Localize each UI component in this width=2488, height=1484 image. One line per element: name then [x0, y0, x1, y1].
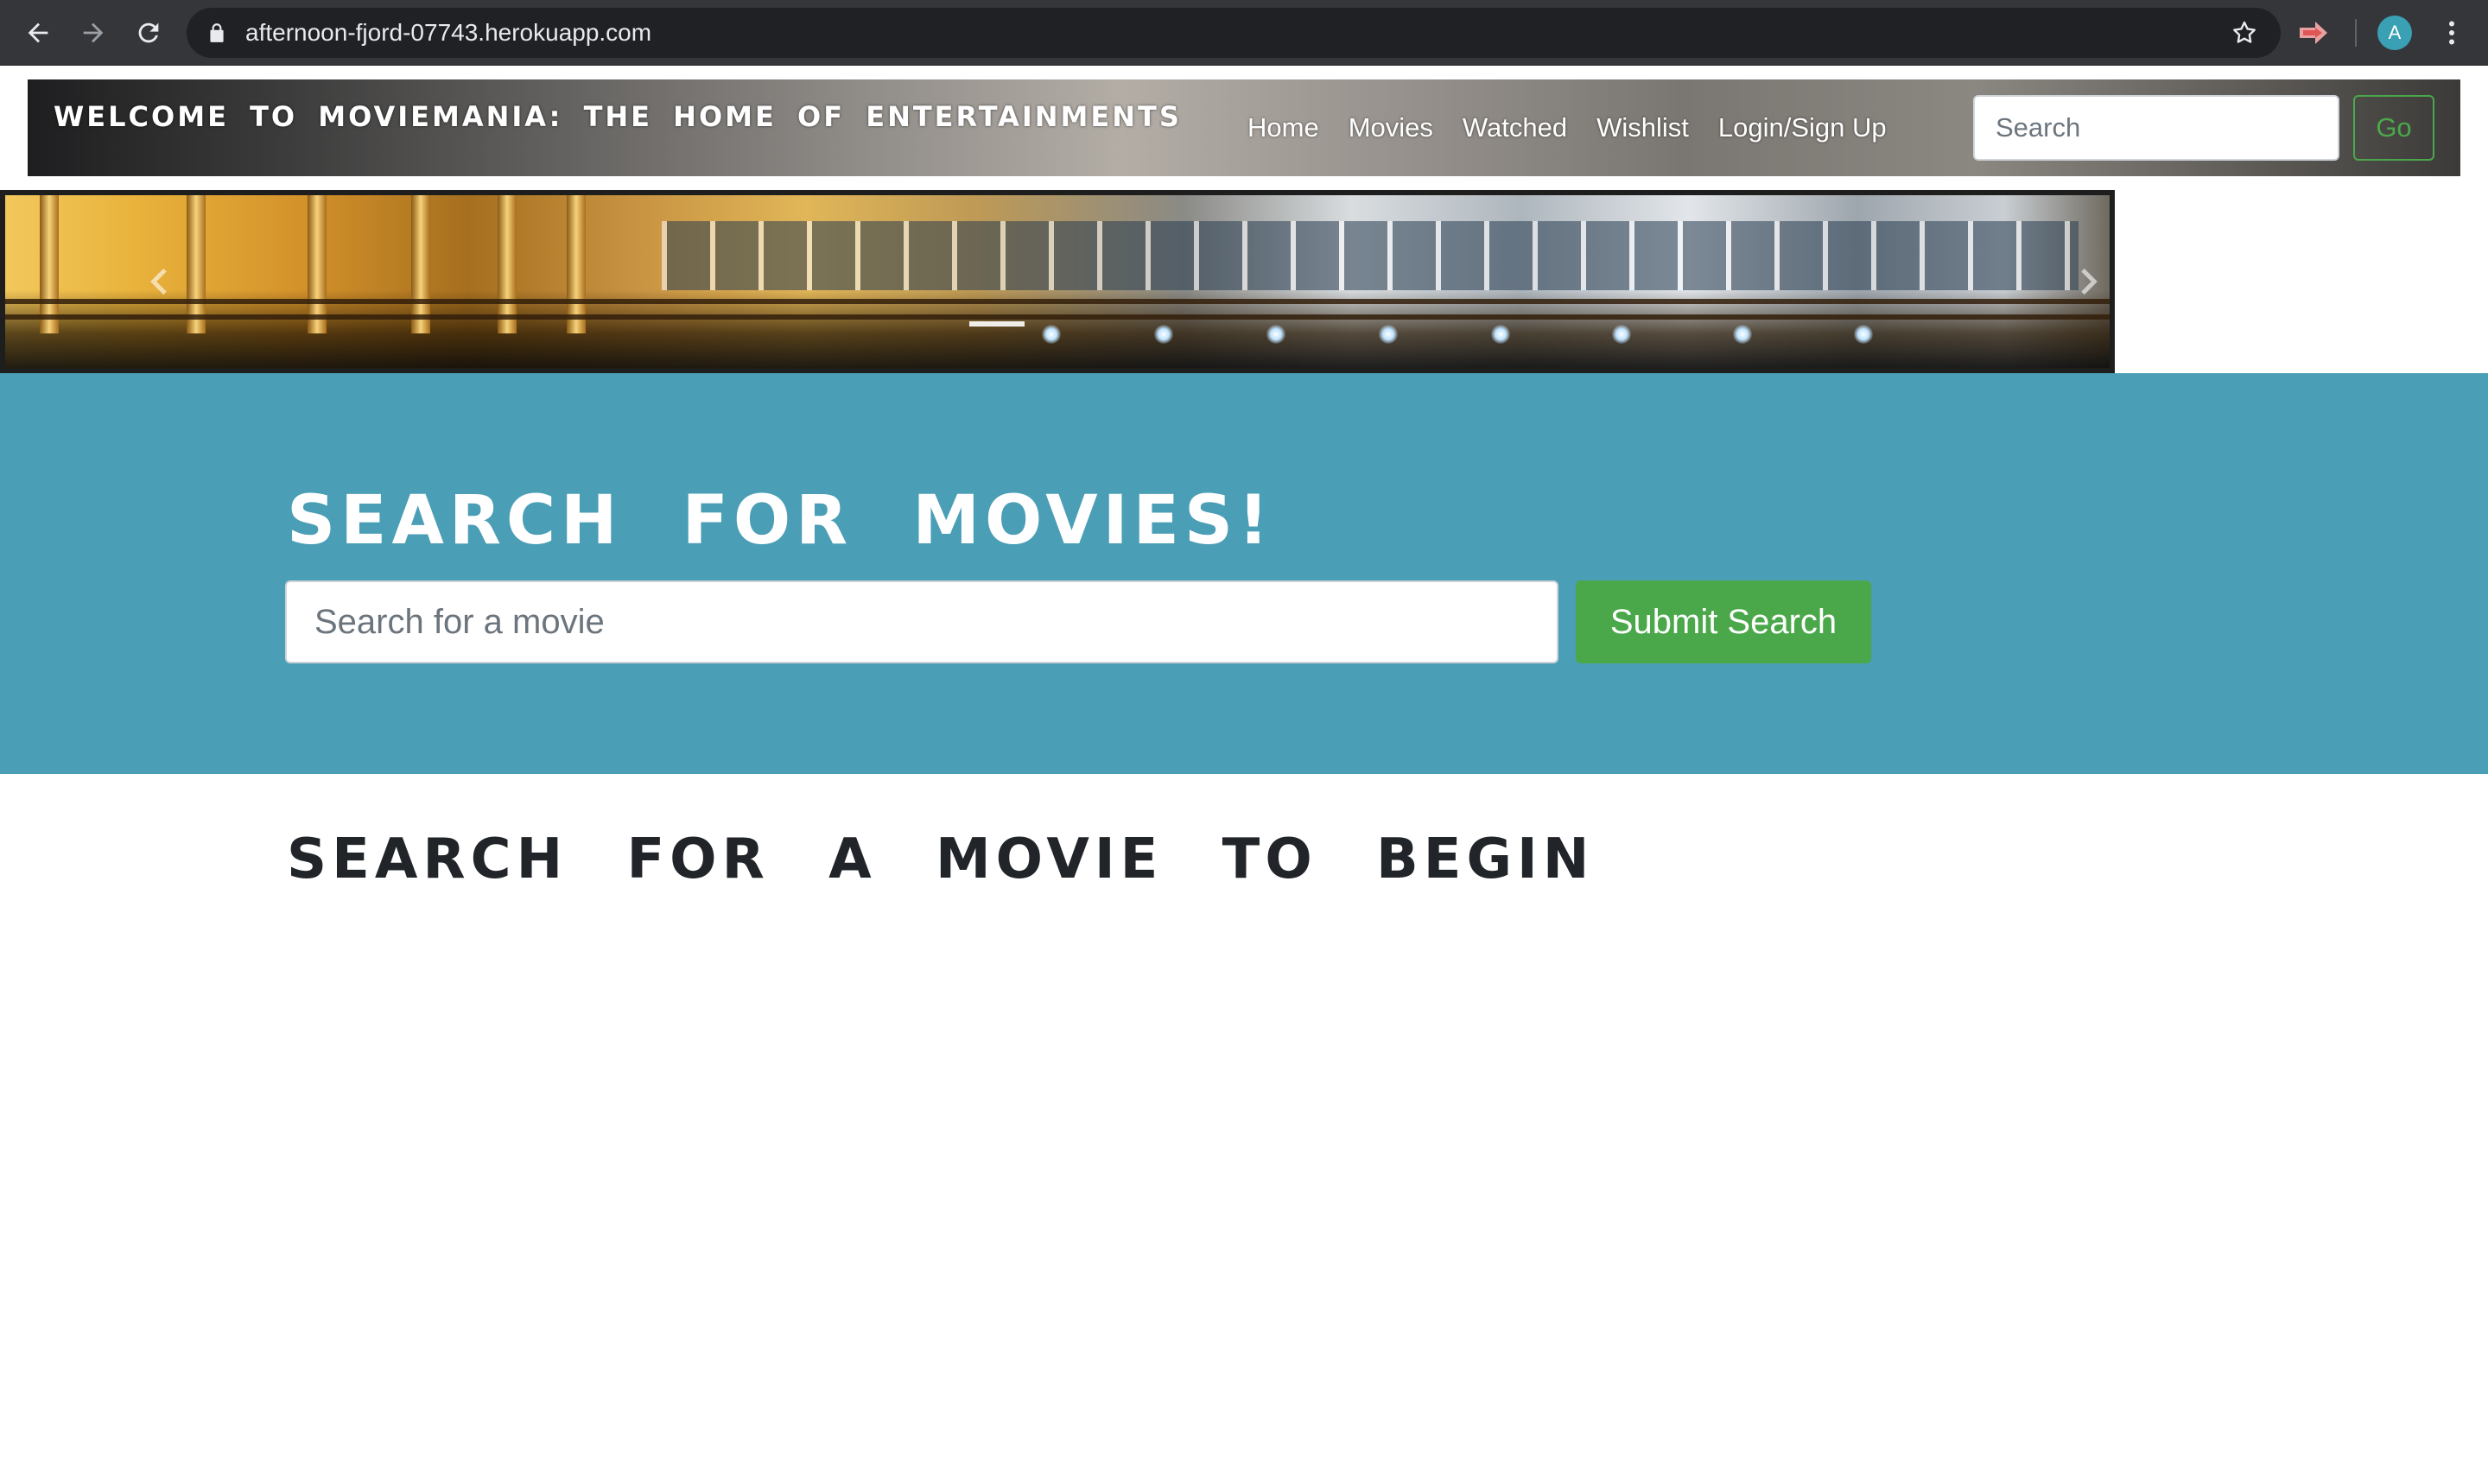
banner-light: [1491, 325, 1510, 344]
url-text: afternoon-fjord-07743.herokuapp.com: [245, 19, 652, 46]
reload-button[interactable]: [128, 12, 169, 54]
lock-icon: [210, 23, 224, 42]
banner-pillar: [567, 195, 586, 333]
navbar-search-input[interactable]: [1973, 95, 2339, 161]
profile-avatar[interactable]: A: [2377, 16, 2412, 50]
navbar-go-button[interactable]: Go: [2353, 95, 2434, 161]
kebab-menu-icon[interactable]: [2436, 17, 2467, 48]
hero-carousel: [0, 190, 2115, 373]
banner-light: [1266, 325, 1285, 344]
search-jumbotron: SEARCH FOR MOVIES! Submit Search: [0, 373, 2488, 774]
browser-toolbar: afternoon-fjord-07743.herokuapp.com A: [0, 0, 2488, 66]
banner-pillar: [187, 195, 206, 333]
banner-pillar: [498, 195, 517, 333]
nav-link-watched[interactable]: Watched: [1463, 112, 1567, 143]
site-navbar: WELCOME TO MOVIEMANIA: THE HOME OF ENTER…: [28, 79, 2460, 176]
forward-button[interactable]: [73, 12, 114, 54]
banner-light: [1379, 325, 1398, 344]
banner-light: [1854, 325, 1873, 344]
forward-arrow-icon: [83, 22, 104, 43]
carousel-prev-icon[interactable]: [143, 264, 178, 299]
back-arrow-icon: [28, 22, 48, 43]
carousel-next-icon[interactable]: [2070, 264, 2104, 299]
page-title: SEARCH FOR MOVIES!: [287, 482, 1274, 560]
banner-rail: [5, 314, 2110, 320]
back-button[interactable]: [17, 12, 59, 54]
extension-icon[interactable]: [2298, 19, 2329, 47]
banner-pillar: [411, 195, 430, 333]
banner-pillar: [40, 195, 59, 333]
submit-search-button[interactable]: Submit Search: [1576, 580, 1871, 663]
nav-link-movies[interactable]: Movies: [1349, 112, 1433, 143]
banner-light: [1733, 325, 1752, 344]
brand-title[interactable]: WELCOME TO MOVIEMANIA: THE HOME OF ENTER…: [54, 100, 1182, 133]
banner-light: [1042, 325, 1061, 344]
reload-icon: [138, 22, 159, 43]
carousel-indicator[interactable]: [969, 321, 1025, 327]
banner-light: [1154, 325, 1173, 344]
banner-light: [1612, 325, 1631, 344]
nav-link-wishlist[interactable]: Wishlist: [1596, 112, 1689, 143]
results-heading: SEARCH FOR A MOVIE TO BEGIN: [287, 828, 1595, 891]
nav-link-login-signup[interactable]: Login/Sign Up: [1718, 112, 1887, 143]
address-bar[interactable]: afternoon-fjord-07743.herokuapp.com: [187, 8, 2281, 58]
banner-pillar: [308, 195, 327, 333]
toolbar-divider: [2355, 19, 2357, 47]
banner-rail: [5, 299, 2110, 304]
banner-window-band: [662, 221, 2079, 290]
star-icon[interactable]: [2231, 19, 2258, 47]
nav-links: Home Movies Watched Wishlist Login/Sign …: [1247, 79, 1887, 176]
nav-link-home[interactable]: Home: [1247, 112, 1319, 143]
movie-search-input[interactable]: [285, 580, 1558, 663]
